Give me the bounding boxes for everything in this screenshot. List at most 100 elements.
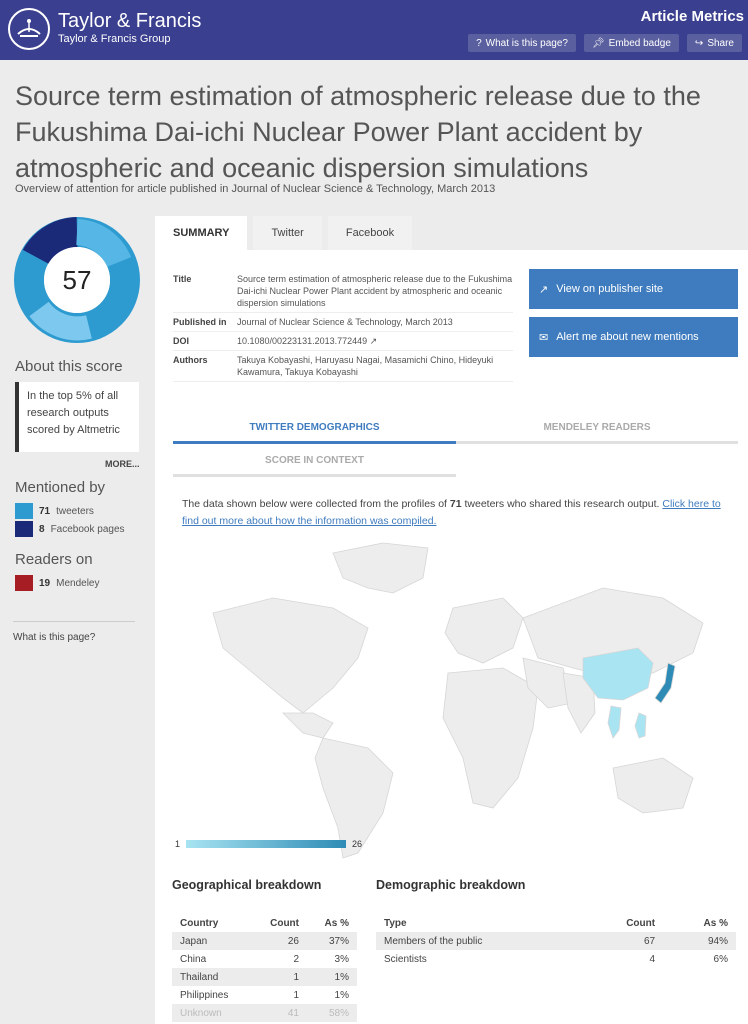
divider bbox=[13, 621, 135, 622]
taylor-francis-logo[interactable] bbox=[8, 8, 50, 50]
col-count: Count bbox=[270, 918, 299, 929]
tab-score-in-context[interactable]: SCORE IN CONTEXT bbox=[173, 447, 456, 477]
geo-table: Country Count As % Japan 26 37% China 2 … bbox=[172, 915, 357, 1022]
cell-percent: 94% bbox=[663, 932, 736, 950]
tweeter-count: 71 bbox=[449, 498, 462, 510]
page-subtitle: Overview of attention for article publis… bbox=[15, 183, 496, 195]
reader-label: Mendeley bbox=[56, 577, 100, 589]
australia bbox=[612, 757, 694, 814]
cell-count: 26 bbox=[251, 932, 307, 950]
detail-label: DOI bbox=[173, 336, 190, 346]
europe bbox=[444, 597, 524, 664]
cell-percent: 3% bbox=[334, 953, 349, 965]
more-link[interactable]: MORE... bbox=[105, 459, 140, 469]
detail-value: Takuya Kobayashi, Haruyasu Nagai, Masami… bbox=[237, 355, 494, 377]
button-label: What is this page? bbox=[485, 37, 568, 49]
scale-max: 26 bbox=[352, 839, 363, 849]
detail-row-published: Published in Journal of Nuclear Science … bbox=[173, 313, 513, 332]
demo-table: Type Count As % Members of the public 67… bbox=[376, 915, 736, 968]
book-lamp-icon bbox=[17, 19, 41, 37]
button-label: View on publisher site bbox=[556, 283, 664, 295]
geo-breakdown-heading: Geographical breakdown bbox=[172, 878, 322, 892]
detail-label: Authors bbox=[173, 355, 208, 365]
brand-name: Taylor & Francis bbox=[58, 10, 202, 32]
scale-min: 1 bbox=[175, 839, 181, 849]
greenland bbox=[332, 542, 429, 594]
doi-value[interactable]: 10.1080/00223131.2013.772449 bbox=[237, 336, 367, 346]
cell-percent: 1% bbox=[334, 989, 349, 1001]
cell-country: Unknown bbox=[172, 1004, 252, 1022]
cell-percent: 58% bbox=[307, 1004, 357, 1022]
tweeters-swatch bbox=[15, 503, 33, 519]
mention-label: Facebook pages bbox=[50, 523, 125, 535]
mention-count: 71 bbox=[39, 505, 51, 517]
cell-count: 1 bbox=[251, 968, 307, 986]
table-row: China 2 3% bbox=[172, 950, 357, 968]
cell-count: 41 bbox=[251, 1004, 307, 1022]
facebook-swatch bbox=[15, 521, 33, 537]
table-row: Philippines 1 1% bbox=[172, 986, 357, 1004]
table-row: Thailand 1 1% bbox=[172, 968, 357, 986]
detail-value: Journal of Nuclear Science & Technology,… bbox=[237, 317, 453, 327]
demo-breakdown-heading: Demographic breakdown bbox=[376, 878, 526, 892]
cell-count: 1 bbox=[293, 989, 299, 1001]
top-percent-note: In the top 5% of all research outputs sc… bbox=[15, 382, 139, 452]
table-header: Type Count As % bbox=[376, 915, 736, 932]
note-text: tweeters who shared this research output… bbox=[461, 498, 663, 510]
africa bbox=[442, 667, 539, 809]
tab-twitter[interactable]: Twitter bbox=[253, 216, 322, 250]
about-score-heading: About this score bbox=[15, 358, 123, 375]
mention-tweeters[interactable]: 71 tweeters bbox=[15, 503, 94, 519]
article-details: Title Source term estimation of atmosphe… bbox=[173, 270, 513, 382]
what-is-this-page-button[interactable]: ? What is this page? bbox=[468, 34, 576, 52]
world-map[interactable] bbox=[183, 538, 723, 868]
tab-facebook[interactable]: Facebook bbox=[327, 216, 413, 250]
altmetric-donut[interactable]: 57 bbox=[14, 217, 140, 343]
cell-type: Members of the public bbox=[376, 932, 583, 950]
table-row: Scientists 4 6% bbox=[376, 950, 736, 968]
table-row: Japan 26 37% bbox=[172, 932, 357, 950]
tab-twitter-demographics[interactable]: TWITTER DEMOGRAPHICS bbox=[173, 414, 456, 444]
altmetric-score: 57 bbox=[62, 264, 92, 295]
detail-row-title: Title Source term estimation of atmosphe… bbox=[173, 270, 513, 313]
scale-gradient bbox=[186, 840, 347, 848]
collection-note: The data shown below were collected from… bbox=[182, 496, 737, 530]
table-header: Country Count As % bbox=[172, 915, 357, 932]
external-link-icon: ↗ bbox=[539, 283, 549, 296]
brand: Taylor & Francis Taylor & Francis Group bbox=[58, 10, 201, 46]
cell-percent: 1% bbox=[307, 968, 357, 986]
cell-country: Thailand bbox=[172, 968, 252, 986]
page-title: Source term estimation of atmospheric re… bbox=[15, 81, 701, 183]
question-icon: ? bbox=[476, 37, 482, 49]
cell-count: 4 bbox=[649, 953, 656, 965]
col-country: Country bbox=[180, 918, 219, 929]
detail-label: Published in bbox=[173, 317, 227, 327]
external-link-icon[interactable]: ↗ bbox=[370, 336, 378, 346]
table-row: Members of the public 67 94% bbox=[376, 932, 736, 950]
cell-percent: 6% bbox=[713, 953, 728, 965]
what-is-this-page-link[interactable]: What is this page? bbox=[13, 632, 95, 643]
tab-summary[interactable]: SUMMARY bbox=[155, 216, 248, 250]
reader-mendeley[interactable]: 19 Mendeley bbox=[15, 575, 99, 591]
col-percent: As % bbox=[324, 918, 349, 929]
thailand-region bbox=[607, 705, 622, 739]
button-label: Share bbox=[707, 37, 734, 49]
detail-row-authors: Authors Takuya Kobayashi, Haruyasu Nagai… bbox=[173, 351, 513, 382]
table-row: Unknown 41 58% bbox=[172, 1004, 357, 1022]
col-count: Count bbox=[626, 918, 656, 929]
alert-mentions-button[interactable]: ✉ Alert me about new mentions bbox=[529, 317, 738, 357]
brand-sub: Taylor & Francis Group bbox=[58, 33, 171, 45]
central-america bbox=[282, 712, 334, 739]
share-button[interactable]: ↪ Share bbox=[686, 34, 742, 52]
north-america bbox=[212, 597, 369, 714]
view-publisher-button[interactable]: ↗ View on publisher site bbox=[529, 269, 738, 309]
readers-heading: Readers on bbox=[15, 551, 93, 568]
left-sidebar: 57 About this score In the top 5% of all… bbox=[0, 205, 155, 1024]
tab-mendeley-readers[interactable]: MENDELEY READERS bbox=[456, 414, 738, 444]
doi-link[interactable]: 10.1080/00223131.2013.772449 ↗ bbox=[237, 335, 513, 347]
detail-row-doi: DOI 10.1080/00223131.2013.772449 ↗ bbox=[173, 332, 513, 351]
cell-country: Philippines bbox=[180, 989, 229, 1001]
embed-badge-button[interactable]: 📌︎ Embed badge bbox=[583, 34, 679, 52]
detail-value: Source term estimation of atmospheric re… bbox=[237, 274, 513, 308]
mention-facebook[interactable]: 8 Facebook pages bbox=[15, 521, 125, 537]
